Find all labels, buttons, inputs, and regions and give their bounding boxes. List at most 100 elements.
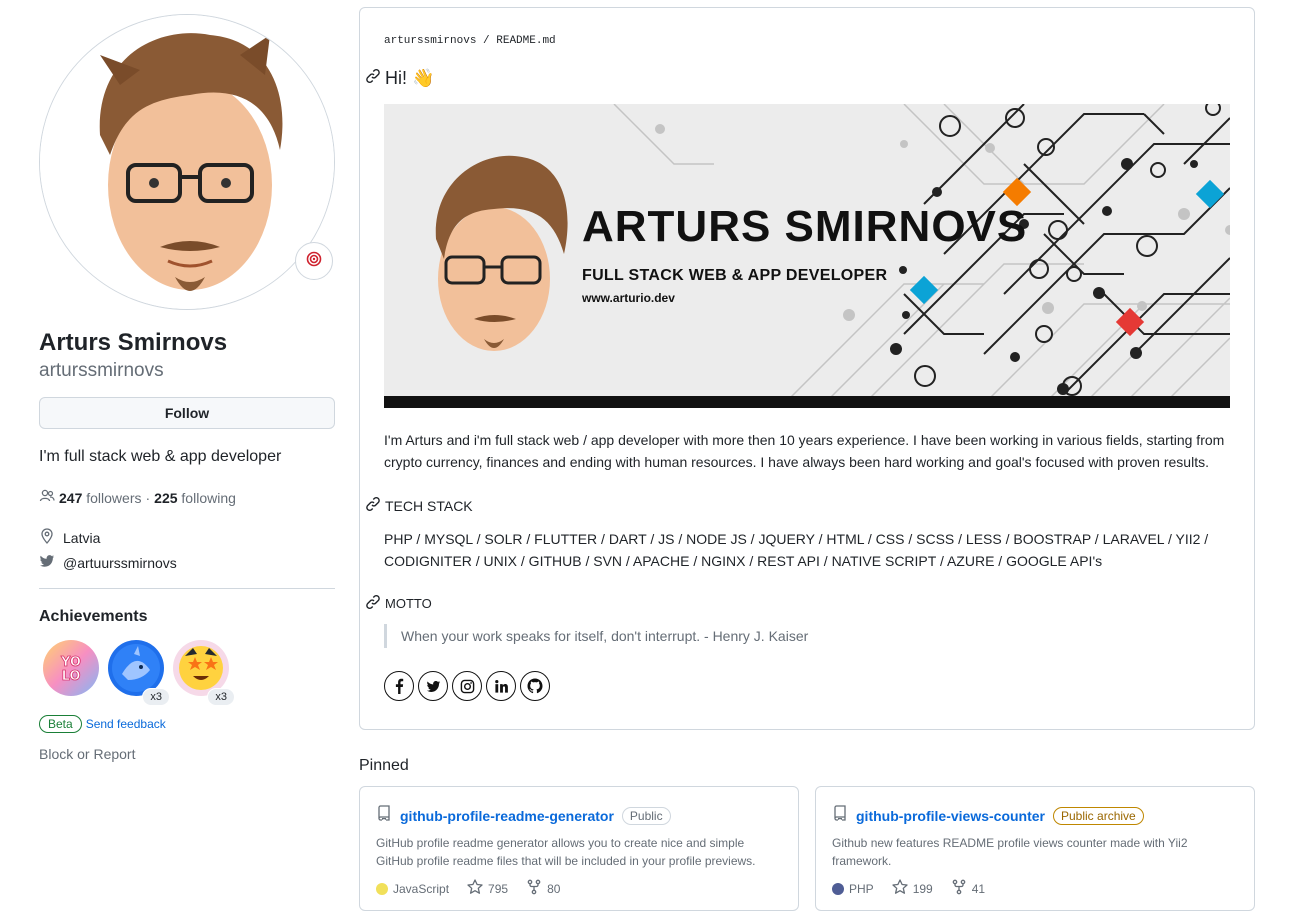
achievement-badge-yolo[interactable]: YO LO xyxy=(43,640,99,696)
readme-heading-tech-stack: TECH STACK xyxy=(365,496,473,515)
repo-language: PHP xyxy=(832,882,874,896)
fork-count: 80 xyxy=(547,881,561,896)
profile-sidebar: Arturs Smirnovs arturssmirnovs Follow I'… xyxy=(39,14,335,762)
people-icon xyxy=(39,488,55,507)
following-link[interactable]: 225 following xyxy=(154,490,236,506)
twitter-icon[interactable] xyxy=(418,671,448,701)
fork-icon xyxy=(526,879,542,898)
svg-text:LO: LO xyxy=(62,669,81,684)
send-feedback-link[interactable]: Send feedback xyxy=(86,717,166,731)
achievement-badges: YO LO x3 x3 xyxy=(43,640,235,706)
link-icon[interactable] xyxy=(365,594,381,613)
followers-label: followers xyxy=(86,489,142,506)
fork-count: 41 xyxy=(971,881,986,896)
banner-role: FULL STACK WEB & APP DEVELOPER xyxy=(582,267,888,284)
twitter-handle: @artuurssmirnovs xyxy=(63,554,177,571)
motto-quote: When your work speaks for itself, don't … xyxy=(384,624,808,648)
badge-count: x3 xyxy=(142,688,170,706)
readme-intro: I'm Arturs and i'm full stack web / app … xyxy=(384,432,1225,470)
repo-forks-link[interactable]: 80 xyxy=(526,879,560,898)
readme-heading-motto: MOTTO xyxy=(365,594,432,613)
visibility-badge: Public archive xyxy=(1053,806,1144,825)
visibility-badge: Public xyxy=(621,806,671,825)
banner-bottom-bar xyxy=(384,396,1230,408)
stats-separator: · xyxy=(145,489,151,506)
language-color-dot xyxy=(376,882,388,895)
followers-link[interactable]: 247 followers xyxy=(59,490,142,506)
sidebar-divider xyxy=(39,588,335,589)
following-label: following xyxy=(181,489,236,506)
instagram-icon[interactable] xyxy=(452,671,482,701)
path-separator: / xyxy=(483,35,490,47)
target-icon xyxy=(306,251,322,272)
location-text: Latvia xyxy=(63,529,101,546)
profile-bio: I'm full stack web & app developer xyxy=(39,448,282,465)
pinned-title: Pinned xyxy=(359,757,409,774)
follow-stats: 247 followers · 225 following xyxy=(39,488,236,507)
follow-button[interactable]: Follow xyxy=(39,397,335,429)
badge-count: x3 xyxy=(207,688,235,706)
achievement-badge-starstruck[interactable]: x3 xyxy=(173,640,235,706)
repo-description: GitHub profile readme generator allows y… xyxy=(376,836,756,868)
readme-owner[interactable]: arturssmirnovs xyxy=(384,35,476,47)
avatar-container xyxy=(39,14,335,310)
twitter-icon xyxy=(39,553,55,572)
avatar[interactable] xyxy=(39,14,335,310)
heading-hi-text: Hi! 👋 xyxy=(385,68,435,88)
language-name: PHP xyxy=(849,881,874,896)
tech-stack-list: PHP / MYSQL / SOLR / FLUTTER / DART / JS… xyxy=(384,531,1209,569)
readme-banner: ARTURS SMIRNOVS FULL STACK WEB & APP DEV… xyxy=(384,104,1230,408)
fork-icon xyxy=(951,879,967,898)
repo-stars-link[interactable]: 199 xyxy=(892,879,933,898)
link-icon[interactable] xyxy=(365,496,381,515)
repo-icon xyxy=(832,805,848,826)
readme-path: arturssmirnovs / README.md xyxy=(384,35,556,47)
profile-username: arturssmirnovs xyxy=(39,360,164,381)
block-or-report-link[interactable]: Block or Report xyxy=(39,746,135,762)
pinned-repo-header: github-profile-views-counter Public arch… xyxy=(832,805,1144,826)
repo-language: JavaScript xyxy=(376,882,449,896)
link-icon[interactable] xyxy=(365,68,381,89)
star-icon xyxy=(892,879,908,898)
tech-heading-text: TECH STACK xyxy=(385,497,473,514)
repo-meta: PHP 199 41 xyxy=(832,879,985,898)
repo-name-link[interactable]: github-profile-views-counter xyxy=(856,808,1045,824)
achievements-beta-row: Beta Send feedback xyxy=(39,715,166,733)
svg-text:YO: YO xyxy=(60,655,81,670)
readme-extension: .md xyxy=(535,35,556,47)
github-icon[interactable] xyxy=(520,671,550,701)
pinned-repo-header: github-profile-readme-generator Public xyxy=(376,805,671,826)
repo-forks-link[interactable]: 41 xyxy=(951,879,985,898)
pinned-repo-card: github-profile-views-counter Public arch… xyxy=(815,786,1255,911)
set-status-button[interactable] xyxy=(295,242,333,280)
achievements-title: Achievements xyxy=(39,608,148,625)
linkedin-icon[interactable] xyxy=(486,671,516,701)
repo-icon xyxy=(376,805,392,826)
repo-stars-link[interactable]: 795 xyxy=(467,879,508,898)
beta-label: Beta xyxy=(39,715,82,733)
language-color-dot xyxy=(832,882,844,895)
star-icon xyxy=(467,879,483,898)
achievement-badge-pull-shark[interactable]: x3 xyxy=(108,640,170,706)
repo-meta: JavaScript 795 80 xyxy=(376,879,560,898)
star-count: 795 xyxy=(488,881,509,896)
profile-full-name: Arturs Smirnovs xyxy=(39,329,228,356)
readme-heading-hi: Hi! 👋 xyxy=(365,68,434,89)
social-links xyxy=(384,671,550,701)
language-name: JavaScript xyxy=(393,881,450,896)
banner-website: www.arturio.dev xyxy=(582,291,675,305)
readme-filename[interactable]: README xyxy=(496,35,536,47)
profile-readme: arturssmirnovs / README.md Hi! 👋 ARTURS … xyxy=(359,7,1255,730)
motto-heading-text: MOTTO xyxy=(385,596,432,611)
repo-description: Github new features README profile views… xyxy=(832,836,1188,868)
banner-graphic xyxy=(384,104,1230,408)
star-count: 199 xyxy=(912,881,933,896)
banner-name: ARTURS SMIRNOVS xyxy=(582,202,1028,251)
profile-twitter[interactable]: @artuurssmirnovs xyxy=(39,553,177,572)
pinned-repo-card: github-profile-readme-generator Public G… xyxy=(359,786,799,911)
profile-location: Latvia xyxy=(39,528,100,547)
repo-name-link[interactable]: github-profile-readme-generator xyxy=(400,808,614,824)
following-count: 225 xyxy=(154,489,178,506)
facebook-icon[interactable] xyxy=(384,671,414,701)
followers-count: 247 xyxy=(59,489,83,506)
